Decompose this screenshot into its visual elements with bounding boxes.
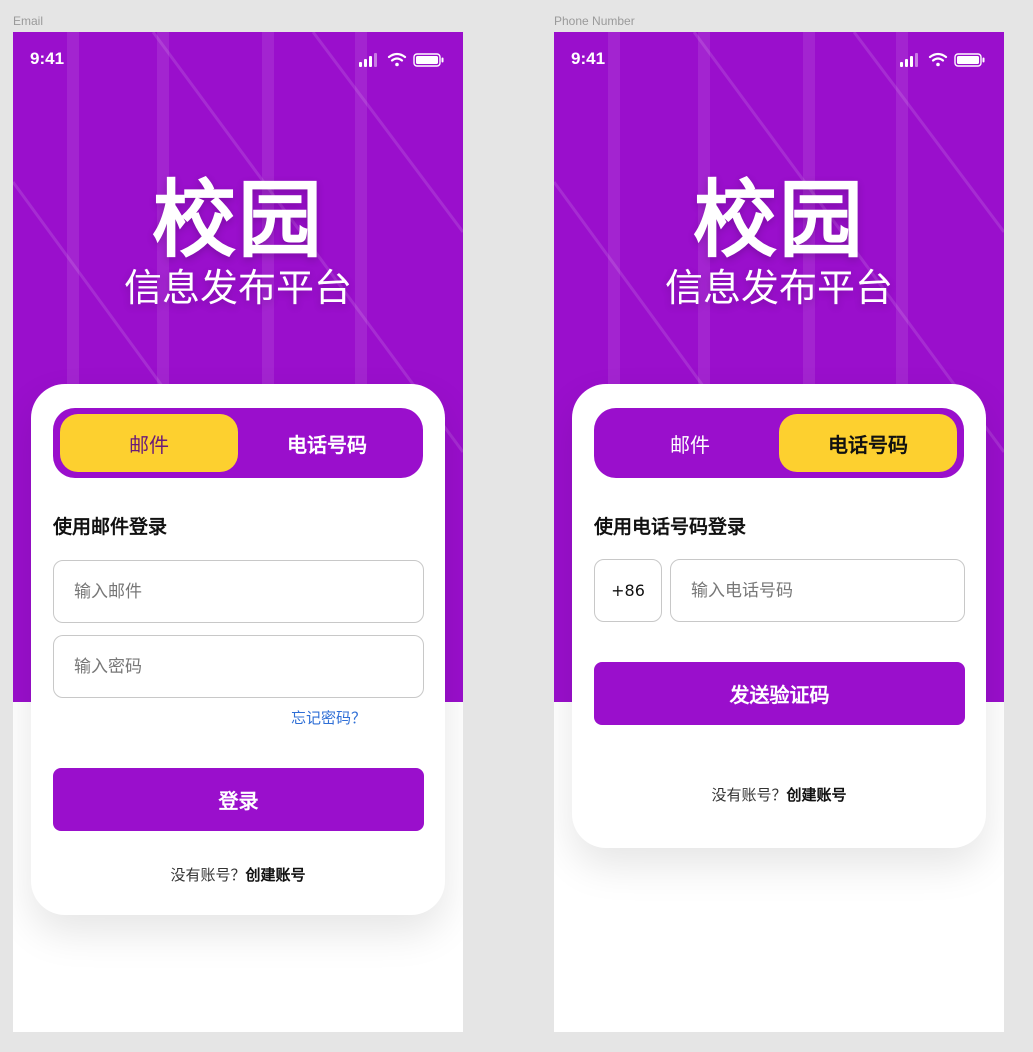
login-card: 邮件 电话号码 使用邮件登录 忘记密码？ 登录 没有账号？创建账号 (31, 384, 445, 915)
signup-row: 没有账号？创建账号 (572, 784, 986, 805)
status-time: 9:41 (30, 49, 65, 68)
signup-prompt: 没有账号？ (711, 786, 787, 804)
status-bar: 9:41 (13, 32, 463, 88)
app-subtitle: 信息发布平台 (664, 266, 893, 310)
email-login-screen: 9:41 校园 信息发布平台 邮件 电话号码 使用邮件登录 输入邮件 忘记密码？… (13, 32, 463, 1032)
status-time: 9:41 (571, 49, 606, 68)
signup-row: 没有账号？创建账号 (31, 864, 445, 885)
email-input[interactable] (53, 560, 424, 623)
cellular-signal-icon (359, 53, 377, 67)
tab-email[interactable]: 邮件 (60, 414, 238, 472)
app-title: 校园 (151, 171, 324, 269)
section-title: 使用电话号码登录 (594, 516, 747, 538)
forgot-password-link[interactable]: 忘记密码？ (291, 707, 366, 728)
phone-input[interactable] (670, 559, 965, 622)
battery-icon (413, 53, 444, 67)
wifi-icon (928, 52, 948, 67)
phone-login-screen: 9:41 校园 信息发布平台 邮件 电话号码 使用电话号码登录 +86 输入电话… (554, 32, 1004, 1032)
tab-email[interactable]: 邮件 (601, 414, 779, 472)
cellular-signal-icon (900, 53, 918, 67)
create-account-link[interactable]: 创建账号 (246, 866, 306, 884)
frame-label-email: Email (13, 14, 44, 28)
login-button[interactable]: 登录 (53, 768, 424, 831)
app-subtitle: 信息发布平台 (123, 266, 352, 310)
signup-prompt: 没有账号？ (170, 866, 246, 884)
send-code-button[interactable]: 发送验证码 (594, 662, 965, 725)
wifi-icon (387, 52, 407, 67)
tab-phone[interactable]: 电话号码 (779, 414, 957, 472)
login-method-tabs: 邮件 电话号码 (594, 408, 964, 478)
section-title: 使用邮件登录 (53, 516, 168, 538)
battery-icon (954, 53, 985, 67)
status-icons (359, 52, 444, 67)
create-account-link[interactable]: 创建账号 (787, 786, 847, 804)
app-title: 校园 (692, 171, 865, 269)
login-method-tabs: 邮件 电话号码 (53, 408, 423, 478)
country-code-selector[interactable]: +86 (594, 559, 662, 622)
login-card: 邮件 电话号码 使用电话号码登录 +86 发送验证码 没有账号？创建账号 (572, 384, 986, 848)
status-icons (900, 52, 985, 67)
tab-phone[interactable]: 电话号码 (238, 414, 416, 472)
password-input[interactable] (53, 635, 424, 698)
frame-label-phone: Phone Number (554, 14, 635, 28)
status-bar: 9:41 (554, 32, 1004, 88)
